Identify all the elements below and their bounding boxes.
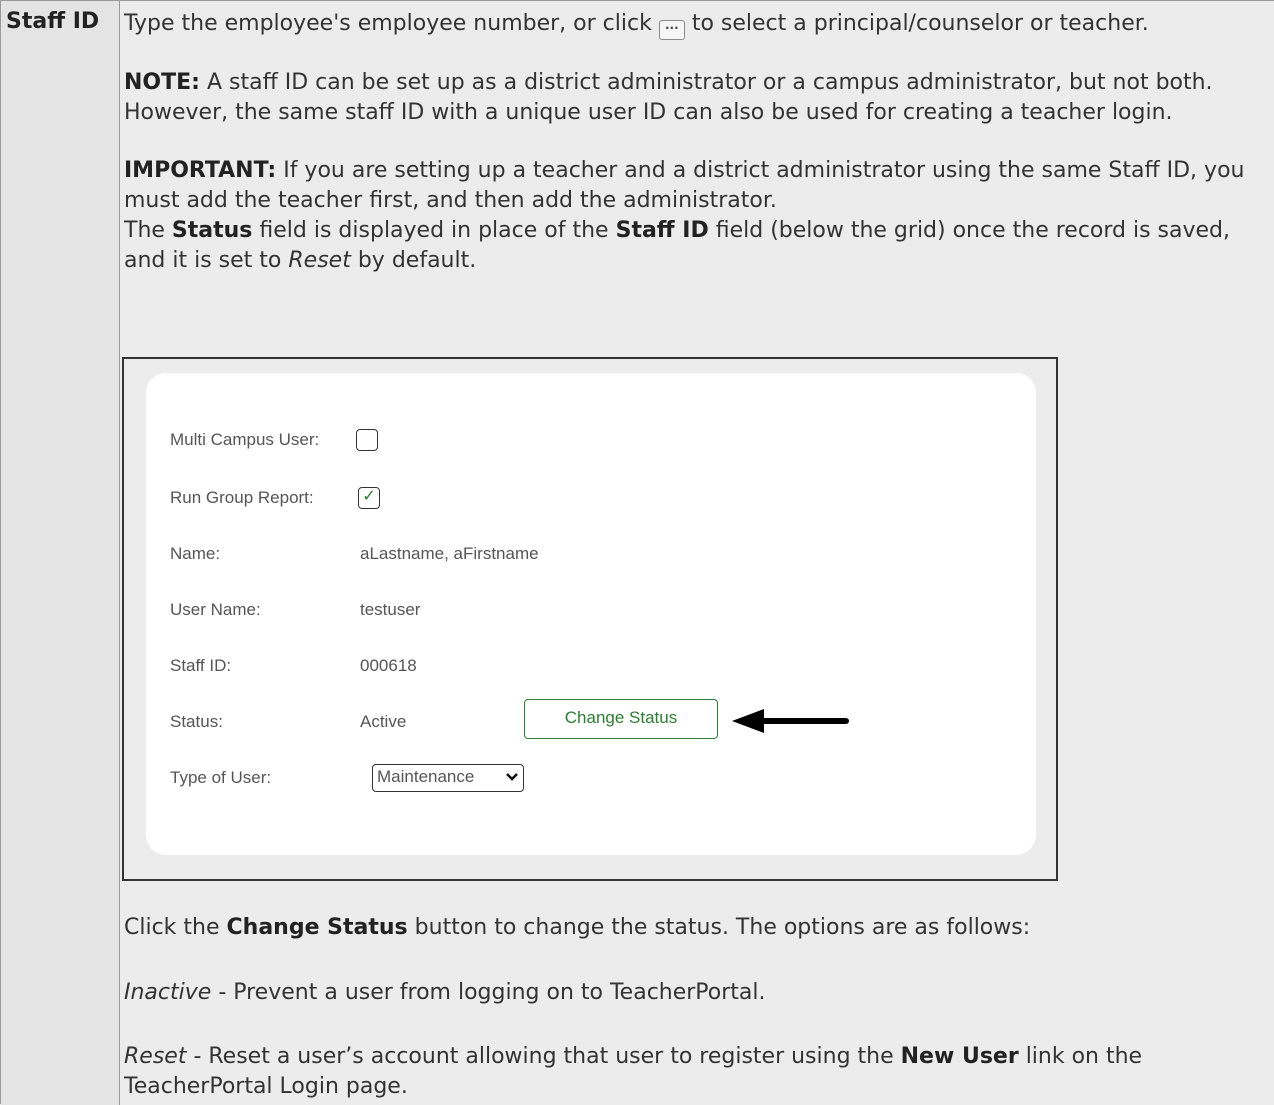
click-para-text: button to change the status. The options… (414, 915, 1031, 940)
inactive-paragraph: Inactive - Prevent a user from logging o… (124, 978, 1264, 1008)
new-user-term: New User (900, 1044, 1019, 1069)
left-arrow-icon (732, 709, 849, 733)
multi-campus-checkbox[interactable] (356, 429, 378, 451)
intro-paragraph: Type the employee's employee number, or … (124, 9, 1264, 40)
status-term: Status (171, 218, 253, 243)
screenshot-figure: Multi Campus User: Run Group Report: ✓ N… (122, 357, 1058, 881)
note-paragraph: NOTE: A staff ID can be set up as a dist… (124, 68, 1264, 128)
type-of-user-value: Maintenance (377, 767, 475, 786)
status-paragraph: The Status field is displayed in place o… (124, 216, 1264, 276)
row-header: Staff ID (6, 9, 100, 34)
status-para-text: field is displayed in place of the (259, 218, 609, 243)
note-text: A staff ID can be set up as a district a… (124, 70, 1213, 125)
type-of-user-row: Type of User: Maintenance (170, 763, 570, 793)
important-text: If you are setting up a teacher and a di… (124, 158, 1245, 213)
name-row: Name: aLastname, aFirstname (170, 539, 539, 569)
status-value: Active (360, 712, 407, 731)
reset-term: Reset (288, 248, 351, 273)
important-label: IMPORTANT: (124, 158, 277, 183)
inactive-text: - Prevent a user from logging on to Teac… (218, 980, 766, 1005)
chevron-down-icon (506, 773, 518, 781)
name-label: Name: (170, 544, 221, 563)
click-para-text: Click the (124, 915, 220, 940)
staff-id-term: Staff ID (615, 218, 709, 243)
important-paragraph: IMPORTANT: If you are setting up a teach… (124, 156, 1264, 216)
reset-option-term: Reset (124, 1044, 187, 1069)
row-header-cell: Staff ID (1, 1, 120, 1105)
status-row: Status: Active Change Status (170, 699, 930, 739)
multi-campus-row: Multi Campus User: (170, 425, 378, 455)
reset-text: - Reset a user’s account allowing that u… (193, 1044, 894, 1069)
user-name-row: User Name: testuser (170, 595, 420, 625)
name-value: aLastname, aFirstname (360, 544, 539, 563)
intro-text-start: Type the employee's employee number, or … (124, 11, 652, 36)
run-group-checkbox[interactable]: ✓ (358, 487, 380, 509)
run-group-row: Run Group Report: ✓ (170, 483, 380, 513)
status-label: Status: (170, 712, 223, 731)
user-name-label: User Name: (170, 600, 261, 619)
change-status-button[interactable]: Change Status (524, 699, 718, 739)
type-of-user-select[interactable]: Maintenance (372, 764, 524, 792)
type-of-user-label: Type of User: (170, 768, 272, 787)
change-status-term: Change Status (226, 915, 408, 940)
staff-id-value: 000618 (360, 656, 417, 675)
reset-paragraph: Reset - Reset a user’s account allowing … (124, 1042, 1264, 1102)
status-para-text: by default. (357, 248, 477, 273)
staff-id-row: Staff ID: 000618 (170, 651, 417, 681)
multi-campus-label: Multi Campus User: (170, 430, 320, 449)
user-form-card: Multi Campus User: Run Group Report: ✓ N… (146, 373, 1036, 855)
run-group-label: Run Group Report: (170, 488, 314, 507)
note-label: NOTE: (124, 70, 200, 95)
intro-text-end: to select a principal/counselor or teach… (691, 11, 1149, 36)
description-content: Type the employee's employee number, or … (124, 9, 1264, 276)
click-paragraph: Click the Change Status button to change… (124, 913, 1264, 943)
ellipsis-icon: ··· (658, 20, 685, 40)
status-para-text: The (124, 218, 165, 243)
inactive-term: Inactive (124, 980, 212, 1005)
staff-id-label: Staff ID: (170, 656, 232, 675)
user-name-value: testuser (360, 600, 421, 619)
